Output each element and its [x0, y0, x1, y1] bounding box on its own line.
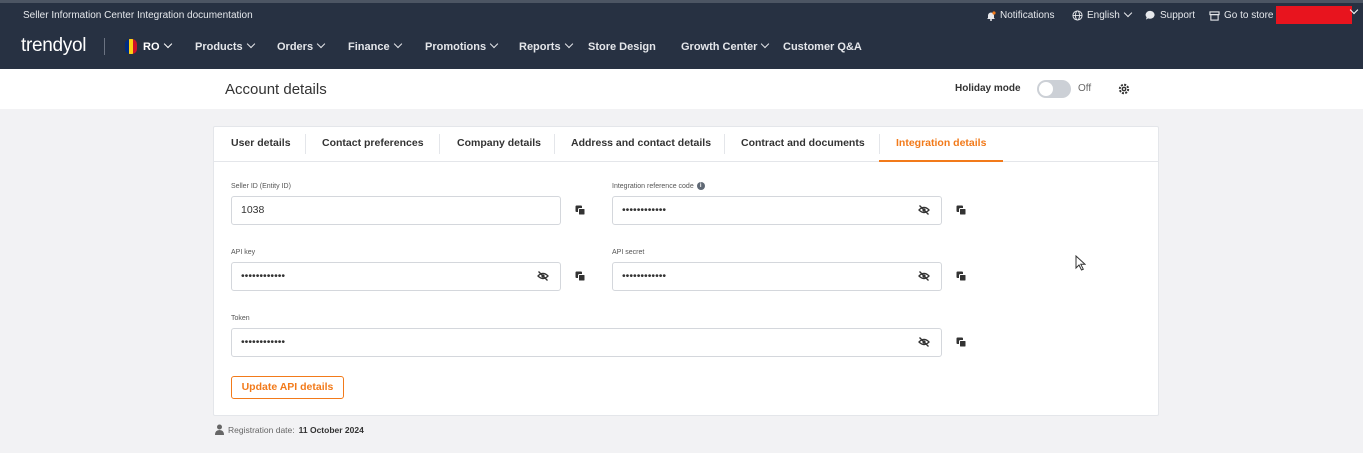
registration-label: Registration date: — [228, 424, 295, 435]
nav-growth-center[interactable]: Growth Center — [681, 39, 770, 53]
tab-contract-documents[interactable]: Contract and documents — [741, 127, 865, 160]
nav-promotions[interactable]: Promotions — [425, 39, 499, 53]
page-title: Account details — [225, 81, 327, 98]
eye-off-icon[interactable] — [537, 270, 549, 282]
eye-off-icon[interactable] — [918, 336, 930, 348]
tab-company-details[interactable]: Company details — [457, 127, 541, 160]
chevron-down-icon — [1123, 8, 1133, 17]
top-bar: Seller Information Center Integration do… — [0, 0, 1363, 25]
nav-label: Promotions — [425, 41, 487, 53]
api-key-value: •••••••••••• — [241, 270, 286, 282]
api-secret-value: •••••••••••• — [622, 270, 667, 282]
api-secret-label: API secret — [612, 249, 645, 256]
integration-ref-label-text: Integration reference code — [612, 183, 694, 190]
globe-icon — [1072, 10, 1083, 21]
seller-info-link[interactable]: Seller Information Center — [23, 10, 134, 21]
tab-divider — [724, 134, 725, 154]
language-label: English — [1087, 10, 1120, 21]
chevron-down-icon — [761, 39, 770, 49]
chevron-down-icon — [393, 39, 402, 49]
update-api-details-button[interactable]: Update API details — [231, 376, 344, 399]
token-field[interactable]: •••••••••••• — [231, 328, 942, 357]
holiday-mode-label: Holiday mode — [955, 83, 1021, 94]
chat-icon — [1145, 10, 1155, 20]
integration-card: User details Contact preferences Company… — [213, 126, 1159, 416]
eye-off-icon[interactable] — [918, 270, 930, 282]
nav-label: Customer Q&A — [783, 41, 862, 53]
api-key-label: API key — [231, 249, 256, 256]
chevron-down-icon[interactable] — [1349, 5, 1359, 18]
tab-address-contact[interactable]: Address and contact details — [571, 127, 711, 160]
nav-label: Growth Center — [681, 41, 758, 53]
seller-id-value: 1038 — [241, 204, 265, 216]
store-icon — [1209, 10, 1220, 21]
account-menu[interactable] — [1276, 6, 1352, 24]
mouse-cursor-icon — [1075, 255, 1086, 271]
chevron-down-icon — [163, 39, 172, 49]
region-label: RO — [143, 41, 160, 53]
integration-ref-field[interactable]: •••••••••••• — [612, 196, 942, 225]
tab-divider — [305, 134, 306, 154]
nav-store-design[interactable]: Store Design — [588, 41, 656, 53]
romania-flag-icon — [125, 39, 137, 54]
tab-divider — [439, 134, 440, 154]
go-to-store-link[interactable]: Go to store — [1209, 10, 1273, 21]
api-secret-field[interactable]: •••••••••••• — [612, 262, 942, 291]
registration-info: Registration date: 11 October 2024 — [215, 424, 364, 435]
nav-finance[interactable]: Finance — [348, 39, 402, 53]
integration-ref-label: Integration reference code i — [612, 182, 705, 191]
main-nav: trendyol RO Products Orders Finance Prom… — [0, 25, 1363, 69]
copy-icon[interactable] — [575, 271, 586, 282]
tab-integration-details[interactable]: Integration details — [879, 127, 1004, 162]
seller-id-label: Seller ID (Entity ID) — [231, 183, 291, 190]
integration-docs-link[interactable]: Integration documentation — [137, 10, 253, 21]
chevron-down-icon — [564, 39, 573, 49]
tab-contact-preferences[interactable]: Contact preferences — [322, 127, 424, 160]
token-label: Token — [231, 315, 250, 322]
nav-customer-qa[interactable]: Customer Q&A — [783, 41, 862, 53]
nav-orders[interactable]: Orders — [277, 39, 326, 53]
token-value: •••••••••••• — [241, 336, 286, 348]
api-key-field[interactable]: •••••••••••• — [231, 262, 561, 291]
support-link[interactable]: Support — [1145, 10, 1195, 21]
chevron-down-icon — [316, 39, 326, 49]
notifications-label: Notifications — [1000, 10, 1055, 21]
holiday-mode-state: Off — [1078, 83, 1092, 94]
region-selector[interactable]: RO — [143, 39, 172, 53]
copy-icon[interactable] — [956, 205, 967, 216]
chevron-down-icon — [489, 39, 499, 49]
tab-user-details[interactable]: User details — [231, 127, 291, 160]
nav-products[interactable]: Products — [195, 39, 255, 53]
chevron-down-icon — [246, 39, 255, 49]
language-selector[interactable]: English — [1072, 8, 1133, 21]
nav-reports[interactable]: Reports — [519, 39, 573, 53]
toggle-knob — [1039, 82, 1053, 96]
tab-bar: User details Contact preferences Company… — [214, 127, 1158, 162]
tab-divider — [554, 134, 555, 154]
copy-icon[interactable] — [956, 337, 967, 348]
nav-label: Reports — [519, 41, 561, 53]
trendyol-logo[interactable]: trendyol — [21, 35, 87, 57]
bell-icon — [987, 10, 996, 21]
copy-icon[interactable] — [956, 271, 967, 282]
holiday-mode-toggle[interactable] — [1037, 80, 1071, 98]
user-icon — [215, 424, 224, 435]
gear-icon[interactable] — [1118, 83, 1130, 95]
go-to-store-label: Go to store — [1224, 10, 1274, 21]
integration-ref-value: •••••••••••• — [622, 204, 667, 216]
nav-label: Store Design — [588, 41, 656, 53]
page-header: Account details Holiday mode Off — [0, 69, 1363, 109]
registration-date: 11 October 2024 — [298, 424, 364, 435]
nav-label: Orders — [277, 41, 314, 53]
info-icon[interactable]: i — [696, 182, 705, 190]
divider — [104, 38, 105, 55]
seller-id-field[interactable]: 1038 — [231, 196, 561, 225]
copy-icon[interactable] — [575, 205, 586, 216]
nav-label: Products — [195, 41, 243, 53]
nav-label: Finance — [348, 41, 390, 53]
eye-off-icon[interactable] — [918, 204, 930, 216]
support-label: Support — [1160, 10, 1196, 21]
notifications-link[interactable]: Notifications — [986, 10, 1054, 21]
